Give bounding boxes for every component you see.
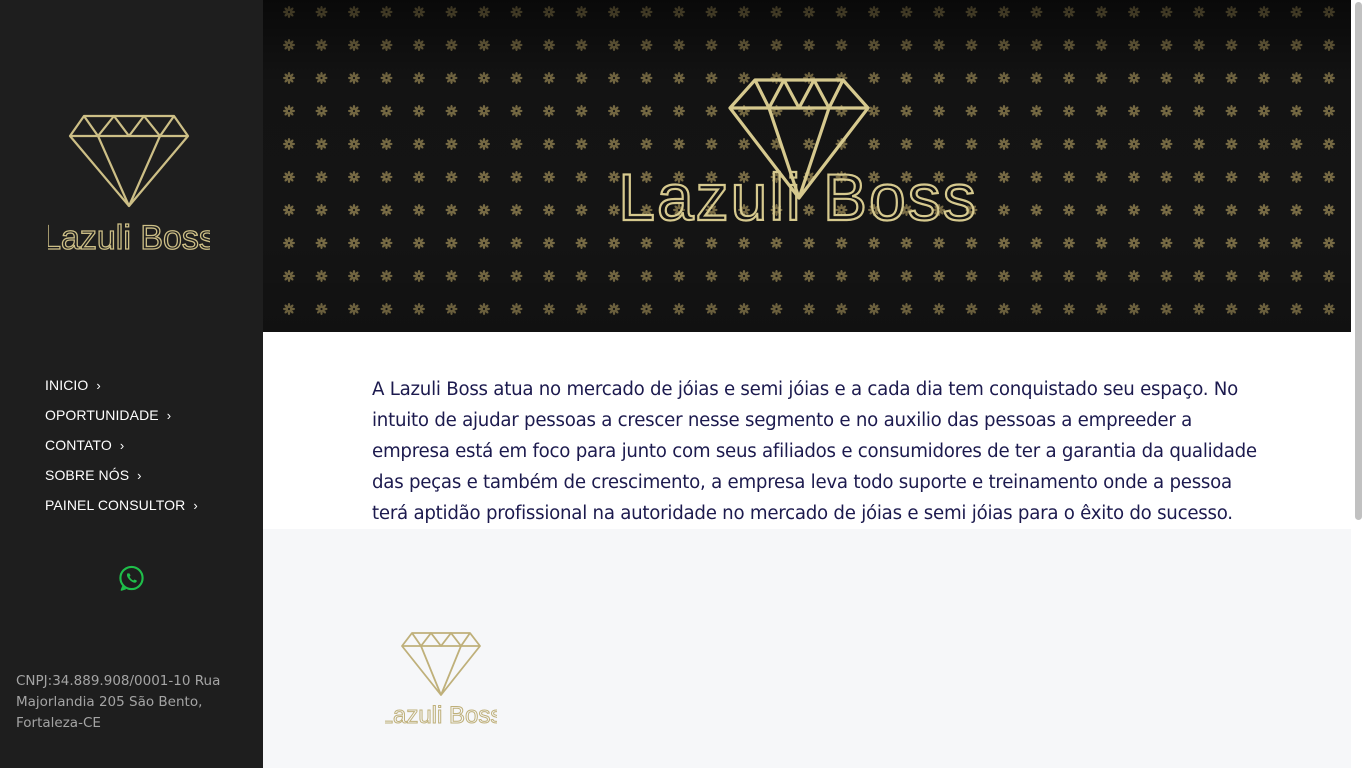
nav-item-contato[interactable]: CONTATO ›	[45, 434, 198, 464]
nav-label: OPORTUNIDADE	[45, 407, 159, 423]
nav-item-painel-consultor[interactable]: PAINEL CONSULTOR ›	[45, 494, 198, 524]
intro-section: A Lazuli Boss atua no mercado de jóias e…	[263, 332, 1351, 529]
sidebar-logo-text: Lazuli Boss	[48, 219, 210, 257]
nav-item-inicio[interactable]: INICIO ›	[45, 374, 198, 404]
hero-banner: Lazuli Boss	[263, 0, 1351, 332]
footer-logo-text: Lazuli Boss	[385, 702, 497, 729]
chevron-right-icon: ›	[119, 438, 125, 453]
sidebar-logo[interactable]: Lazuli Boss	[48, 112, 210, 258]
footer-logo: Lazuli Boss	[385, 632, 497, 729]
nav-label: CONTATO	[45, 437, 112, 453]
whatsapp-icon[interactable]	[118, 565, 145, 592]
nav-label: SOBRE NÓS	[45, 467, 130, 483]
sidebar: Lazuli Boss INICIO › OPORTUNIDADE › CONTAT…	[0, 0, 263, 768]
nav-label: INICIO	[45, 377, 89, 393]
nav-item-oportunidade[interactable]: OPORTUNIDADE ›	[45, 404, 198, 434]
nav-item-sobre-nos[interactable]: SOBRE NÓS ›	[45, 464, 198, 494]
company-info: CNPJ:34.889.908/0001-10 Rua Majorlandia …	[16, 673, 221, 731]
chevron-right-icon: ›	[166, 408, 172, 423]
intro-paragraph: A Lazuli Boss atua no mercado de jóias e…	[372, 379, 1257, 524]
chevron-right-icon: ›	[193, 498, 198, 513]
chevron-right-icon: ›	[96, 378, 101, 393]
banner-logo-text: Lazuli Boss	[618, 160, 978, 230]
scrollbar-thumb[interactable]	[1355, 2, 1362, 520]
footer-section: Lazuli Boss	[263, 529, 1351, 768]
banner-logo: Lazuli Boss	[617, 78, 978, 230]
chevron-right-icon: ›	[137, 468, 142, 483]
sidebar-nav: INICIO › OPORTUNIDADE › CONTATO › SOBRE NÓS…	[45, 374, 198, 524]
nav-label: PAINEL CONSULTOR	[45, 497, 186, 513]
page-scrollbar[interactable]	[1351, 0, 1366, 768]
